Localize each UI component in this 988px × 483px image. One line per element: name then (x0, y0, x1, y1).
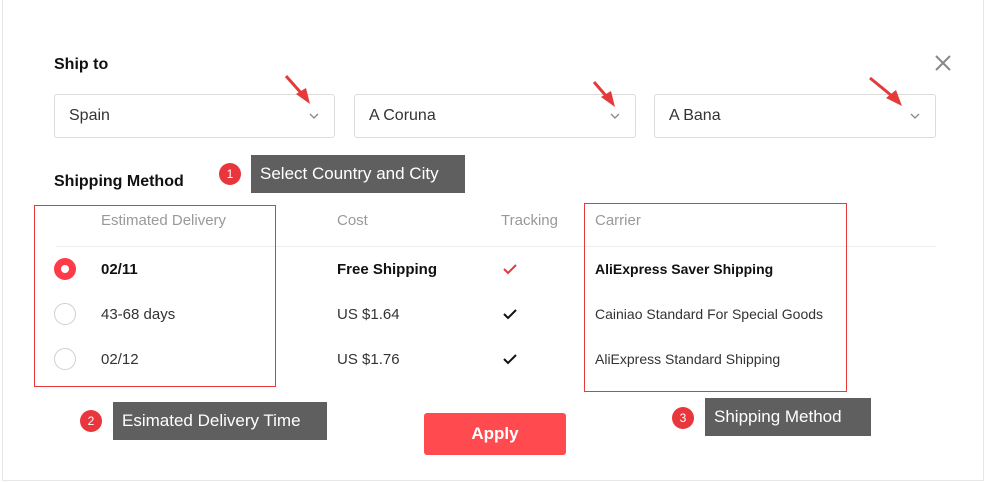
annotation-tooltip: Esimated Delivery Time (113, 402, 327, 440)
chevron-down-icon (309, 113, 319, 119)
column-header-cost: Cost (337, 212, 368, 229)
annotation-number: 1 (219, 163, 241, 185)
annotation-number: 3 (672, 407, 694, 429)
close-icon[interactable] (930, 50, 956, 76)
ship-to-title: Ship to (54, 56, 109, 73)
province-select-value: A Coruna (369, 107, 436, 124)
annotation-tooltip: Select Country and City (251, 155, 465, 193)
shipping-cost: US $1.64 (337, 306, 400, 323)
chevron-down-icon (910, 113, 920, 119)
column-header-tracking: Tracking (501, 212, 558, 229)
check-icon (503, 354, 517, 365)
shipping-method-title: Shipping Method (54, 173, 184, 190)
city-select-value: A Bana (669, 107, 721, 124)
red-arrow-icon (869, 76, 902, 106)
check-icon (503, 264, 517, 275)
chevron-down-icon (610, 113, 620, 119)
country-select-value: Spain (69, 107, 110, 124)
red-arrow-icon (592, 81, 615, 107)
shipping-cost: Free Shipping (337, 261, 438, 278)
delivery-highlight-box (34, 205, 276, 387)
check-icon (503, 309, 517, 320)
apply-button[interactable]: Apply (424, 413, 566, 455)
annotation-number: 2 (80, 410, 102, 432)
red-arrow-icon (284, 75, 310, 104)
annotation-tooltip: Shipping Method (705, 398, 871, 436)
shipping-cost: US $1.76 (337, 351, 400, 368)
carrier-highlight-box (584, 203, 847, 392)
